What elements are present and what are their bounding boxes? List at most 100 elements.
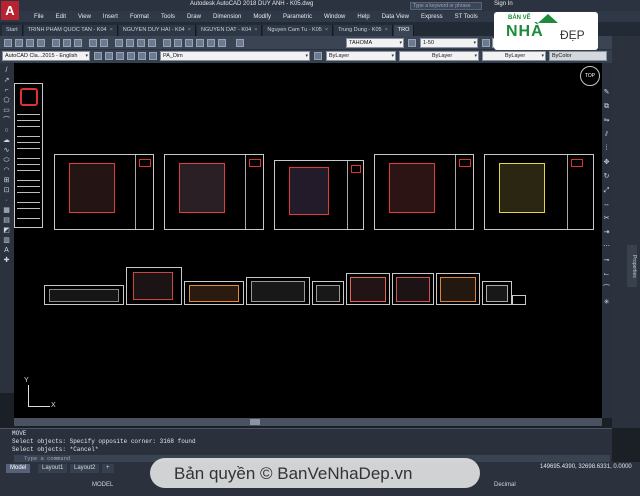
table-style-icon[interactable] — [482, 39, 490, 47]
zoom-previous-icon[interactable] — [148, 39, 156, 47]
ellipse-icon[interactable]: ⬭ — [2, 157, 11, 165]
insert-block-icon[interactable]: ⊞ — [2, 177, 11, 185]
menu-dimension[interactable]: Dimension — [207, 14, 247, 20]
lock-icon[interactable] — [138, 52, 146, 60]
circle-icon[interactable]: ○ — [2, 127, 11, 135]
properties-icon[interactable] — [163, 39, 171, 47]
file-tab-active[interactable]: TRO — [393, 25, 415, 36]
tab-model[interactable]: Model — [6, 464, 31, 473]
copy-icon[interactable] — [63, 39, 71, 47]
revision-cloud-icon[interactable]: ☁ — [2, 137, 11, 145]
rectangle-icon[interactable]: ▭ — [2, 107, 11, 115]
menu-help[interactable]: Help — [351, 14, 375, 20]
construction-line-icon[interactable]: ↗ — [2, 77, 11, 85]
drawing-canvas[interactable]: Y X — [14, 63, 602, 418]
menu-data-view[interactable]: Data View — [376, 14, 415, 20]
lineweight-select[interactable]: ByLayer ▾ — [482, 51, 546, 61]
autocad-logo-icon[interactable]: A — [1, 1, 19, 20]
layer-manager-icon[interactable] — [105, 52, 113, 60]
close-icon[interactable]: × — [110, 27, 113, 36]
menu-file[interactable]: File — [28, 14, 50, 20]
dim-style-icon[interactable] — [408, 39, 416, 47]
new-file-icon[interactable] — [4, 39, 12, 47]
file-tab[interactable]: Nguyen Cam Tu - K05 × — [263, 25, 334, 36]
tab-layout1[interactable]: Layout1 — [38, 464, 68, 473]
model-space-button[interactable]: MODEL — [92, 482, 113, 488]
menu-parametric[interactable]: Parametric — [277, 14, 318, 20]
break-icon[interactable]: ⋯ — [602, 243, 611, 251]
layer-select[interactable]: PA_Dim ▾ — [160, 51, 310, 61]
close-icon[interactable]: × — [325, 27, 328, 36]
menu-express[interactable]: Express — [415, 14, 449, 20]
line-icon[interactable]: / — [2, 67, 11, 75]
file-tab[interactable]: NGUYEN DUY HAI - K04 × — [118, 25, 196, 36]
join-icon[interactable]: ⊸ — [602, 257, 611, 265]
multiline-text-icon[interactable]: A — [2, 247, 11, 255]
table-icon[interactable]: ▥ — [2, 237, 11, 245]
tab-layout2[interactable]: Layout2 — [70, 464, 100, 473]
scrollbar-thumb[interactable] — [250, 419, 260, 425]
tab-add-layout[interactable]: + — [102, 464, 114, 473]
close-icon[interactable]: × — [188, 27, 191, 36]
zoom-window-icon[interactable] — [137, 39, 145, 47]
text-style-icon[interactable] — [236, 39, 244, 47]
settings-icon[interactable] — [94, 52, 102, 60]
add-selected-icon[interactable]: ✚ — [2, 257, 11, 265]
close-icon[interactable]: × — [254, 27, 257, 36]
rotate-icon[interactable]: ↻ — [602, 173, 611, 181]
search-input[interactable]: Type a keyword or phrase — [410, 2, 482, 10]
calculator-icon[interactable] — [218, 39, 226, 47]
units-button[interactable]: Decimal — [494, 482, 516, 488]
menu-st-tools[interactable]: ST Tools — [449, 14, 484, 20]
design-center-icon[interactable] — [174, 39, 182, 47]
extend-icon[interactable]: ⇥ — [602, 229, 611, 237]
array-icon[interactable]: ⁞ — [602, 145, 611, 153]
open-file-icon[interactable] — [15, 39, 23, 47]
offset-icon[interactable]: ⫽ — [602, 131, 611, 139]
region-icon[interactable]: ◩ — [2, 227, 11, 235]
spline-icon[interactable]: ∿ — [2, 147, 11, 155]
hatch-icon[interactable]: ▦ — [2, 207, 11, 215]
dim-scale-select[interactable]: 1-50 ▾ — [420, 38, 478, 48]
bulb-icon[interactable] — [116, 52, 124, 60]
polygon-icon[interactable]: ⬠ — [2, 97, 11, 105]
menu-window[interactable]: Window — [318, 14, 351, 20]
chamfer-icon[interactable]: ⌙ — [602, 271, 611, 279]
menu-draw[interactable]: Draw — [181, 14, 207, 20]
layer-color-icon[interactable] — [149, 52, 157, 60]
move-icon[interactable]: ✥ — [602, 159, 611, 167]
redo-icon[interactable] — [100, 39, 108, 47]
erase-icon[interactable]: ✎ — [602, 89, 611, 97]
tool-palettes-icon[interactable] — [185, 39, 193, 47]
properties-palette-tab[interactable]: Properties — [627, 245, 637, 287]
scale-icon[interactable]: ⤢ — [602, 187, 611, 195]
file-tab[interactable]: TRINH PHAM QUOC TAN - K04 × — [23, 25, 118, 36]
menu-tools[interactable]: Tools — [155, 14, 181, 20]
save-icon[interactable] — [26, 39, 34, 47]
close-icon[interactable]: × — [385, 27, 388, 36]
workspace-select[interactable]: AutoCAD Cla...2015 - English ▾ — [2, 51, 90, 61]
explode-icon[interactable]: ✳ — [602, 299, 611, 307]
paste-icon[interactable] — [74, 39, 82, 47]
file-tab-start[interactable]: Start — [2, 25, 23, 36]
viewcube-compass-icon[interactable]: TOP — [580, 66, 600, 86]
pan-icon[interactable] — [115, 39, 123, 47]
print-icon[interactable] — [37, 39, 45, 47]
ellipse-arc-icon[interactable]: ◠ — [2, 167, 11, 175]
mirror-icon[interactable]: ⇋ — [602, 117, 611, 125]
markup-icon[interactable] — [207, 39, 215, 47]
signin-link[interactable]: Sign In — [494, 1, 513, 7]
color-select[interactable]: ByLayer ▾ — [326, 51, 396, 61]
stretch-icon[interactable]: ↔ — [602, 201, 611, 209]
plotstyle-select[interactable]: ByColor — [549, 51, 607, 61]
copy-object-icon[interactable]: ⧉ — [602, 103, 611, 111]
polyline-icon[interactable]: ⌐ — [2, 87, 11, 95]
zoom-icon[interactable] — [126, 39, 134, 47]
fillet-icon[interactable]: ⌒ — [602, 285, 611, 293]
undo-icon[interactable] — [89, 39, 97, 47]
gradient-icon[interactable]: ▤ — [2, 217, 11, 225]
menu-view[interactable]: View — [72, 14, 97, 20]
linetype-select[interactable]: ByLayer ▾ — [399, 51, 479, 61]
menu-format[interactable]: Format — [124, 14, 155, 20]
cut-icon[interactable] — [52, 39, 60, 47]
